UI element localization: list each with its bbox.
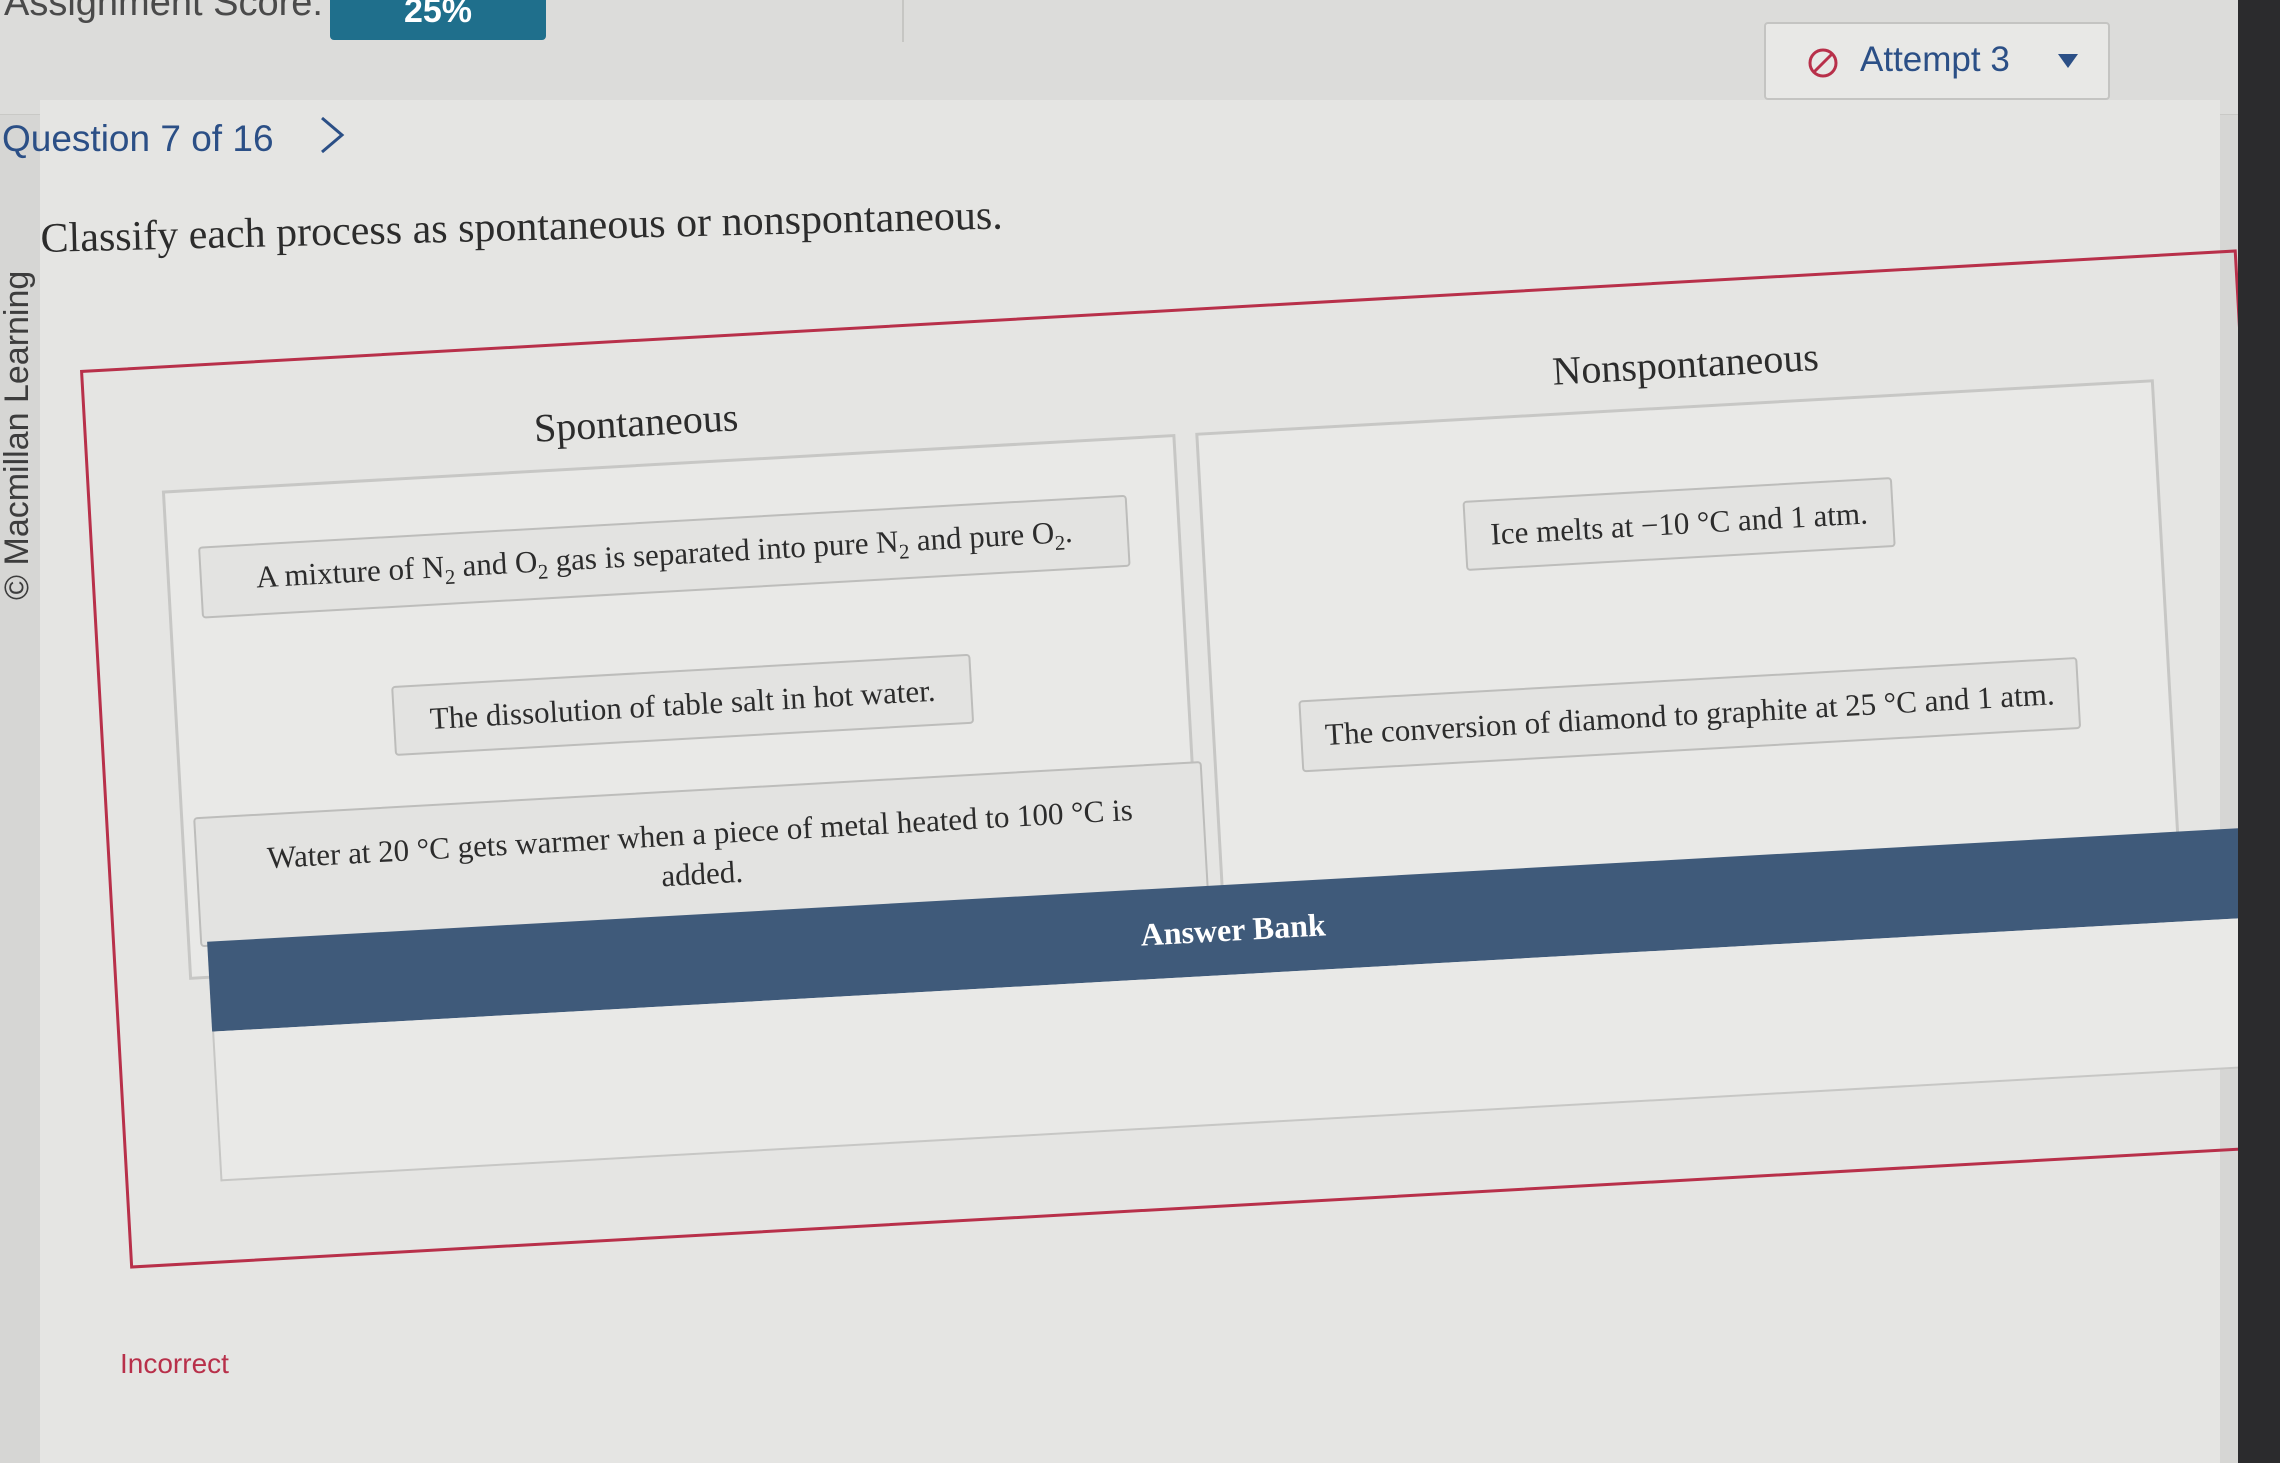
chip-text: The dissolution of table salt in hot wat… (428, 672, 937, 736)
feedback-status: Incorrect (120, 1348, 229, 1379)
answer-chip-gas-separation[interactable]: A mixture of N2 and O2 gas is separated … (198, 494, 1131, 619)
chip-text: The conversion of diamond to graphite at… (1324, 676, 2056, 752)
answer-chip-ice-melts[interactable]: Ice melts at −10 °C and 1 atm. (1462, 477, 1896, 571)
chip-text: Ice melts at −10 °C and 1 atm. (1489, 495, 1869, 552)
next-question-icon[interactable] (312, 110, 352, 160)
question-counter: Question 7 of 16 (2, 118, 274, 159)
prohibited-icon (1808, 48, 1838, 78)
screen: Assignment Score: 25% Attempt 3 Question… (0, 0, 2280, 1463)
monitor-bezel (2238, 0, 2280, 1463)
drag-drop-workspace: Spontaneous A mixture of N2 and O2 gas i… (80, 249, 2280, 1288)
chip-text: A mixture of N2 and O2 gas is separated … (254, 513, 1074, 595)
answer-chip-salt-dissolution[interactable]: The dissolution of table salt in hot wat… (391, 653, 975, 757)
chevron-down-icon (2058, 54, 2078, 68)
copyright-credit: © Macmillan Learning (0, 270, 36, 600)
answer-chip-diamond-graphite[interactable]: The conversion of diamond to graphite at… (1298, 656, 2082, 773)
assignment-score-badge: 25% (330, 0, 546, 40)
assignment-score-label: Assignment Score: (4, 0, 323, 24)
top-divider (902, 0, 904, 42)
attempt-label: Attempt 3 (1860, 40, 2010, 79)
attempt-dropdown[interactable]: Attempt 3 (1764, 22, 2110, 100)
